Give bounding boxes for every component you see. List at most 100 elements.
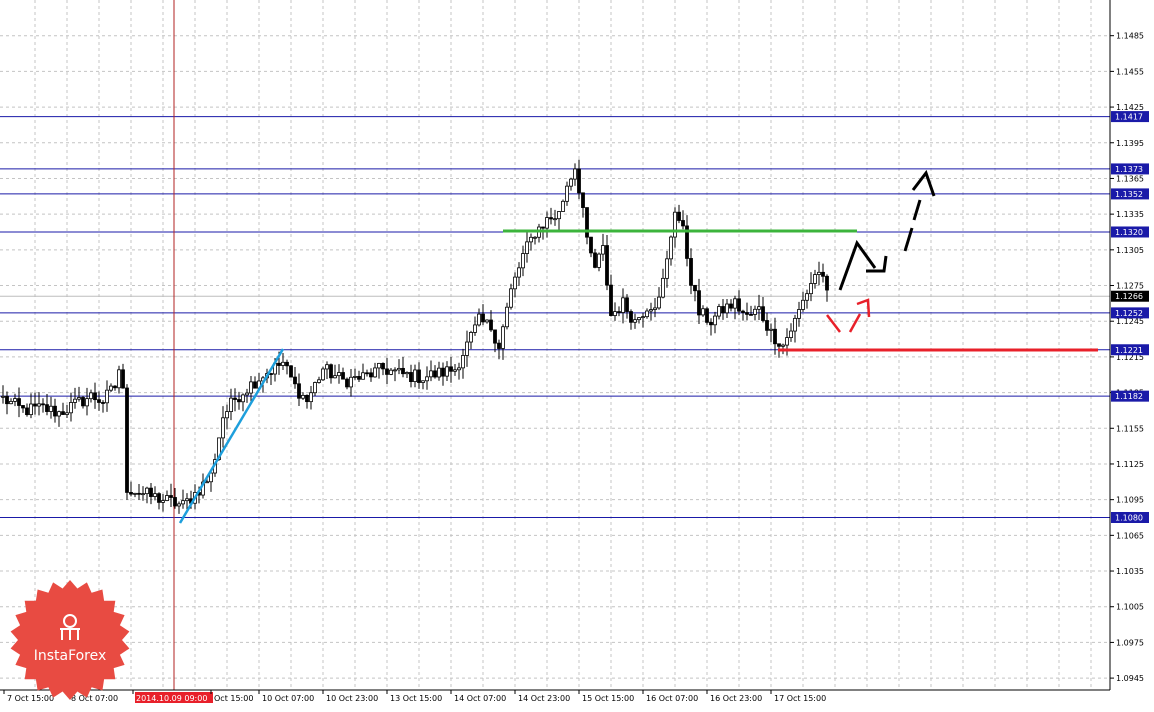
candle-body	[301, 394, 305, 399]
logo-wordmark: InstaForex	[34, 648, 107, 664]
candle-body	[713, 315, 717, 326]
candle-body	[769, 328, 773, 331]
candle-body	[117, 369, 121, 389]
level-price-label: 1.1352	[1115, 190, 1143, 199]
candle-body	[29, 403, 33, 416]
candle-body	[309, 392, 313, 403]
candle-body	[613, 311, 617, 316]
time-tick-label: 10 Oct 23:00	[326, 694, 378, 703]
price-tick-label: 1.1425	[1116, 103, 1144, 112]
chart-grid	[0, 0, 1110, 690]
candle-body	[21, 405, 25, 409]
candle-body	[397, 367, 401, 371]
candle-body	[485, 319, 489, 323]
price-tick-label: 1.1275	[1116, 282, 1144, 291]
candle-body	[65, 412, 69, 415]
candle-body	[489, 319, 493, 331]
candle-body	[673, 211, 677, 238]
candle-body	[449, 366, 453, 372]
price-tick-label: 1.1125	[1116, 460, 1144, 469]
cursor-date-label: 2014.10.09 09:00	[136, 694, 207, 703]
candle-body	[253, 381, 257, 389]
candle-body	[333, 375, 337, 379]
candle-body	[329, 364, 333, 379]
candle-body	[137, 492, 141, 495]
time-tick-label: 16 Oct 23:00	[710, 694, 762, 703]
candle-body	[169, 495, 173, 498]
candle-body	[57, 411, 61, 417]
candle-body	[177, 503, 181, 507]
candle-body	[441, 367, 445, 377]
candle-body	[129, 492, 133, 495]
candle-body	[641, 316, 645, 319]
candle-body	[657, 296, 661, 309]
candle-body	[157, 493, 161, 503]
candle-body	[393, 369, 397, 372]
candle-body	[49, 405, 53, 412]
candle-body	[61, 411, 65, 415]
time-tick-label: 7 Oct 15:00	[7, 694, 54, 703]
candle-body	[633, 319, 637, 323]
price-tick-label: 1.1245	[1116, 317, 1144, 326]
candle-body	[409, 372, 413, 383]
candle-body	[737, 298, 741, 312]
candle-body	[153, 493, 157, 497]
candle-body	[133, 492, 137, 495]
candle-body	[529, 236, 533, 243]
candle-body	[741, 310, 745, 313]
candle-body	[313, 382, 317, 394]
candle-body	[581, 192, 585, 208]
candle-body	[85, 398, 89, 407]
analysis-drawings	[178, 169, 1098, 524]
candle-body	[277, 362, 281, 366]
candle-body	[565, 185, 569, 202]
horizontal-levels	[0, 116, 1110, 518]
candle-body	[289, 365, 293, 378]
candle-body	[181, 500, 185, 505]
candle-body	[553, 218, 557, 221]
candle-body	[149, 487, 153, 497]
candle-body	[505, 306, 509, 328]
time-tick-label: 13 Oct 15:00	[390, 694, 442, 703]
candle-body	[573, 168, 577, 180]
level-price-label: 1.1373	[1115, 165, 1143, 174]
price-tick-label: 1.0945	[1116, 674, 1144, 683]
candle-body	[185, 498, 189, 502]
candle-body	[637, 317, 641, 321]
candle-body	[825, 275, 829, 291]
candle-body	[125, 387, 129, 493]
level-price-label: 1.1221	[1115, 346, 1143, 355]
candle-body	[625, 297, 629, 312]
candle-body	[501, 326, 505, 349]
candle-body	[205, 481, 209, 484]
candle-body	[781, 344, 785, 347]
candle-body	[17, 398, 21, 406]
candle-body	[793, 317, 797, 332]
candle-body	[809, 283, 813, 295]
candle-body	[509, 288, 513, 308]
time-tick-label: Oct 15:00	[214, 694, 253, 703]
candle-body	[305, 394, 309, 403]
time-tick-label: 16 Oct 07:00	[646, 694, 698, 703]
price-tick-label: 1.0975	[1116, 638, 1144, 647]
candle-body	[41, 403, 45, 406]
candle-body	[773, 328, 777, 345]
candle-body	[337, 372, 341, 377]
level-price-label: 1.1417	[1115, 113, 1143, 122]
candle-body	[453, 369, 457, 372]
candle-body	[701, 308, 705, 316]
candle-body	[357, 376, 361, 380]
candle-body	[385, 368, 389, 375]
candle-body	[233, 397, 237, 400]
candle-body	[517, 267, 521, 278]
candle-body	[73, 398, 77, 403]
candle-body	[221, 417, 225, 439]
candle-body	[473, 324, 477, 333]
candle-body	[693, 284, 697, 292]
candle-body	[229, 397, 233, 412]
candle-body	[165, 495, 169, 501]
candle-body	[429, 370, 433, 378]
candle-body	[729, 303, 733, 309]
candle-body	[349, 376, 353, 388]
candle-body	[77, 397, 81, 400]
